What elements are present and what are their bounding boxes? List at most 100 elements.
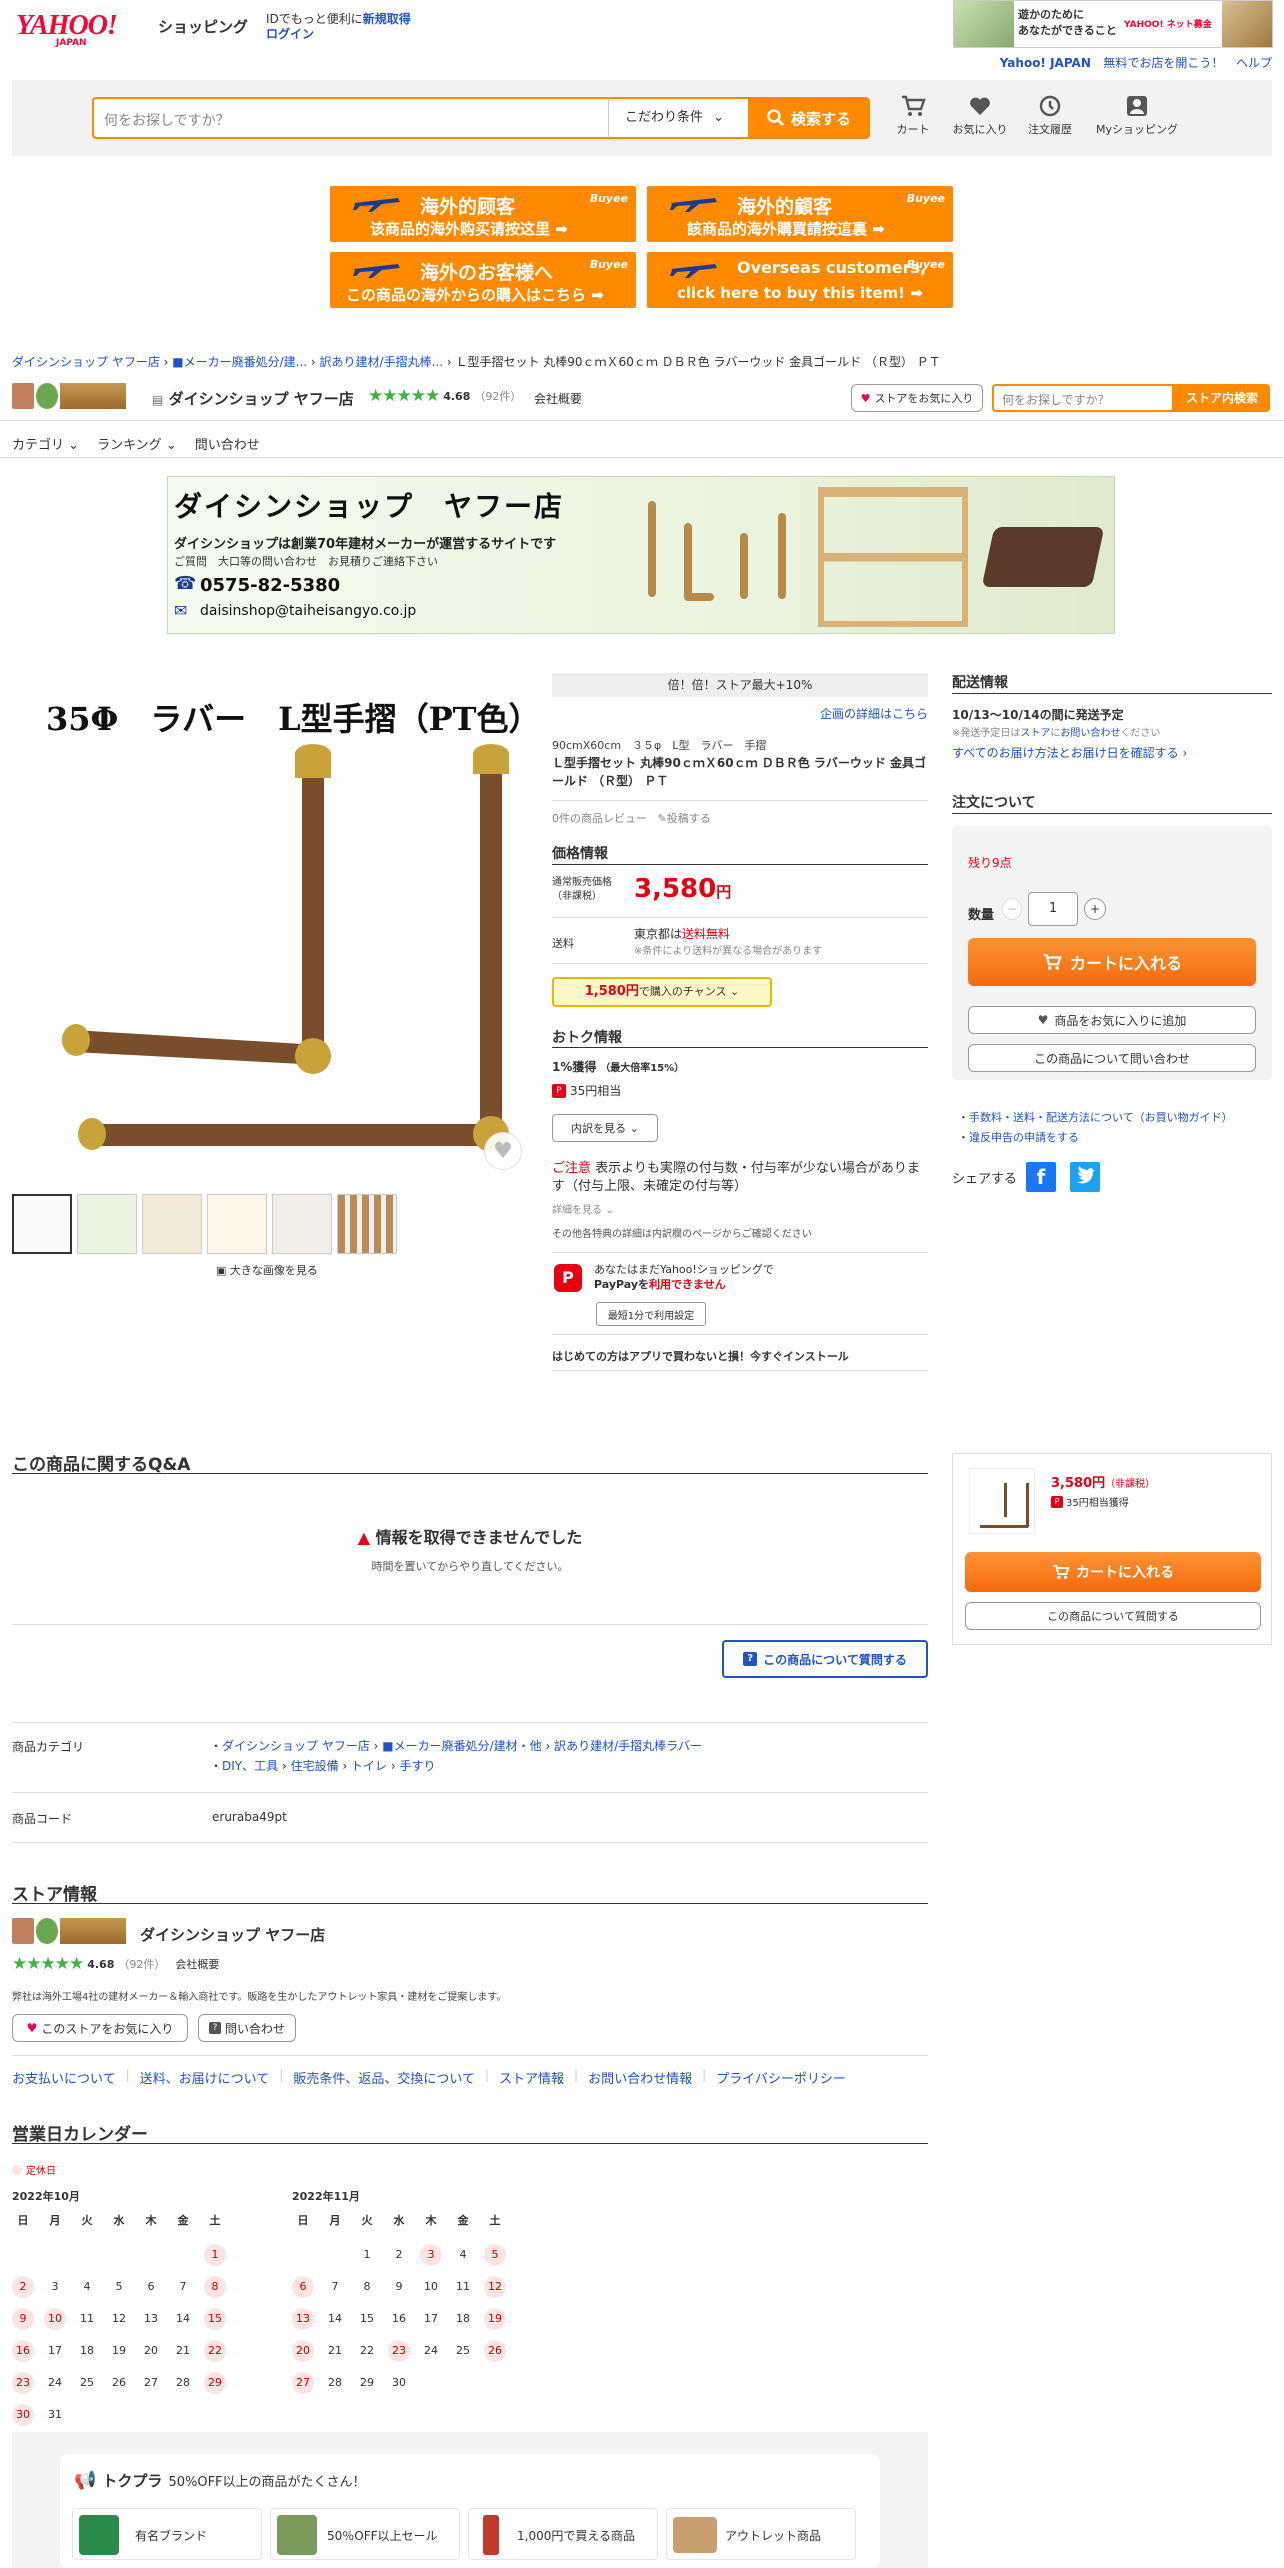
nav-cart[interactable]: カート: [888, 94, 938, 137]
category-link[interactable]: ダイシンショップ ヤフー店: [222, 1739, 370, 1753]
buyee-tag: Buyee: [906, 258, 945, 271]
thumbnail[interactable]: [142, 1194, 202, 1254]
breakdown-button[interactable]: 内訳を見る ⌄: [552, 1114, 658, 1142]
sticky-inquiry-button[interactable]: この商品について質問する: [965, 1602, 1261, 1630]
store-nav-category[interactable]: カテゴリ ⌄: [12, 434, 79, 453]
thumbnail[interactable]: [77, 1194, 137, 1254]
store-search-button[interactable]: ストア内検索: [1174, 384, 1270, 412]
store-info-name[interactable]: ダイシンショップ ヤフー店: [140, 1924, 325, 1945]
guide-link[interactable]: 手数料・送料・配送方法について（お買い物ガイド）: [969, 1111, 1233, 1124]
store-name-wrap[interactable]: ▤ ダイシンショップ ヤフー店: [152, 388, 354, 409]
store-info-logo[interactable]: [12, 1918, 130, 1946]
divider: [0, 420, 1284, 421]
quantity-increment-button[interactable]: +: [1084, 898, 1106, 920]
category-link[interactable]: 住宅設備: [291, 1759, 339, 1773]
category-link[interactable]: トイレ: [351, 1759, 387, 1773]
store-contact-button[interactable]: ? 問い合わせ: [198, 2014, 296, 2042]
footer-link[interactable]: お支払いについて: [12, 2068, 116, 2087]
sticky-add-to-cart-button[interactable]: カートに入れる: [965, 1552, 1261, 1592]
campaign-details-link[interactable]: 企画の詳細はこちら: [820, 705, 928, 722]
price-yen: 円: [716, 883, 732, 901]
add-to-cart-button[interactable]: カートに入れる: [968, 938, 1256, 986]
store-logo[interactable]: [12, 383, 130, 411]
yahoo-japan-link[interactable]: Yahoo! JAPAN: [1000, 56, 1091, 70]
store-search-input[interactable]: 何をお探しですか？: [992, 384, 1174, 412]
tokupura-item[interactable]: 50％OFF以上セール: [270, 2508, 460, 2560]
quantity-decrement-button[interactable]: −: [1002, 898, 1022, 920]
details-link[interactable]: 詳細を見る ⌄: [552, 1201, 614, 1216]
store-rating[interactable]: ★★★★★ 4.68 （92件）: [368, 386, 521, 406]
post-review-link[interactable]: 投稿する: [667, 812, 711, 825]
footer-link[interactable]: 送料、お届けについて: [140, 2068, 270, 2087]
store-nav-contact[interactable]: 問い合わせ: [195, 434, 260, 453]
product-inquiry-button[interactable]: この商品について問い合わせ: [968, 1044, 1256, 1072]
buyee-banner-en[interactable]: Overseas customers, click here to buy th…: [647, 252, 953, 308]
thumbnail[interactable]: [272, 1194, 332, 1254]
airplane-icon: [670, 198, 717, 212]
tokupura-item[interactable]: アウトレット商品: [666, 2508, 856, 2560]
sticky-price-value: 3,580円: [1051, 1476, 1106, 1491]
breadcrumb-item[interactable]: ■メーカー廃番処分/建...: [172, 355, 307, 369]
category-link[interactable]: 訳あり建材/手摺丸棒ラバー: [554, 1739, 702, 1753]
store-link[interactable]: ストア: [1020, 728, 1050, 739]
chance-price-button[interactable]: 1,580円で購入のチャンス ⌄: [552, 977, 772, 1007]
footer-link[interactable]: 販売条件、返品、交換について: [293, 2068, 475, 2087]
footer-link[interactable]: プライバシーポリシー: [716, 2068, 846, 2087]
open-store-link[interactable]: 無料でお店を開こう！: [1103, 56, 1223, 70]
category-link[interactable]: ■メーカー廃番処分/建材・他: [382, 1739, 541, 1753]
category-link[interactable]: 手すり: [399, 1759, 435, 1773]
company-overview-link[interactable]: 会社概要: [175, 1956, 219, 1972]
store-nav-ranking[interactable]: ランキング ⌄: [97, 434, 177, 453]
breadcrumb-item[interactable]: ダイシンショップ ヤフー店: [12, 355, 160, 369]
thumbnail[interactable]: [207, 1194, 267, 1254]
quantity-input[interactable]: 1: [1028, 892, 1078, 926]
nav-my-shopping[interactable]: Myショッピング: [1092, 94, 1182, 137]
sticky-points: P 35円相当獲得: [1051, 1494, 1129, 1509]
buyee-banner-cn-simplified[interactable]: 海外的顾客 该商品的海外购买请按这里 ➡ Buyee: [330, 186, 636, 242]
app-install-note[interactable]: はじめての方はアプリで買わないと損！今すぐインストール: [552, 1348, 849, 1364]
all-delivery-link[interactable]: すべてのお届け方法とお届け日を確認する ›: [952, 744, 1187, 761]
twitter-share-icon[interactable]: [1070, 1162, 1100, 1192]
add-favorite-button[interactable]: ♥ 商品をお気に入りに追加: [968, 1006, 1256, 1034]
report-link[interactable]: 違反申告の申請をする: [969, 1131, 1079, 1144]
breadcrumb-item[interactable]: 訳あり建材/手摺丸棒...: [320, 355, 444, 369]
help-link[interactable]: ヘルプ: [1236, 56, 1272, 70]
donation-ad[interactable]: 遊かのために あなたができること YAHOO! ネット募金: [953, 0, 1273, 48]
qa-error-title: 情報を取得できませんでした: [375, 1528, 583, 1547]
thumbnail[interactable]: [337, 1194, 397, 1254]
thumbnail[interactable]: [12, 1194, 72, 1254]
search-button[interactable]: 検索する: [748, 97, 870, 139]
store-icon: ▤: [152, 393, 164, 407]
nav-history[interactable]: 注文履歴: [1022, 94, 1078, 137]
product-main-image[interactable]: 35Φ ラバー L型手摺（PT色） ♥: [12, 672, 542, 1182]
ask-question-button[interactable]: ? この商品について質問する: [722, 1640, 928, 1678]
signup-link[interactable]: 新規取得: [363, 12, 411, 26]
yahoo-logo[interactable]: YAHOO! JAPAN: [16, 10, 156, 48]
nav-favorites[interactable]: お気に入り: [952, 94, 1008, 137]
search-input[interactable]: 何をお探しですか？: [92, 97, 608, 139]
logo-shopping[interactable]: ショッピング: [158, 16, 248, 37]
quantity-label: 数量: [968, 908, 995, 923]
paypay-setup-button[interactable]: 最短1分で利用設定: [596, 1302, 706, 1326]
store-banner[interactable]: ダイシンショップ ヤフー店 ダイシンショップは創業70年建材メーカーが運営するサ…: [167, 476, 1115, 634]
login-link[interactable]: ログイン: [266, 27, 314, 41]
tokupura-item[interactable]: 1,000円で買える商品: [468, 2508, 658, 2560]
store-info-fav-button[interactable]: ♥ このストアをお気に入り: [12, 2014, 188, 2042]
question-icon: ?: [743, 1652, 758, 1666]
tokupura-header: 📢 トクプラ 50%OFF以上の商品がたくさん！: [74, 2470, 366, 2491]
category-link[interactable]: DIY、工具: [222, 1759, 278, 1773]
company-overview-link[interactable]: 会社概要: [534, 390, 582, 407]
inquiry-link[interactable]: お問い合わせ: [1060, 728, 1120, 739]
weekday-label: 月: [49, 2214, 61, 2227]
tokupura-item[interactable]: 有名ブランド: [72, 2508, 262, 2560]
review-count[interactable]: 0件の商品レビュー: [552, 812, 647, 825]
view-large-image-link[interactable]: ▣ 大きな画像を見る: [216, 1262, 318, 1278]
store-fav-button[interactable]: ♥ ストアをお気に入り: [851, 384, 983, 412]
footer-link[interactable]: ストア情報: [499, 2068, 564, 2087]
facebook-share-icon[interactable]: f: [1026, 1162, 1056, 1192]
footer-link[interactable]: お問い合わせ情報: [588, 2068, 692, 2087]
buyee-banner-jp[interactable]: 海外のお客様へ この商品の海外からの購入はこちら ➡ Buyee: [330, 252, 636, 308]
favorite-heart-button[interactable]: ♥: [484, 1132, 522, 1170]
buyee-banner-cn-traditional[interactable]: 海外的顧客 該商品的海外購買請按這裏 ➡ Buyee: [647, 186, 953, 242]
filter-dropdown[interactable]: こだわり条件 ⌄: [608, 97, 748, 139]
